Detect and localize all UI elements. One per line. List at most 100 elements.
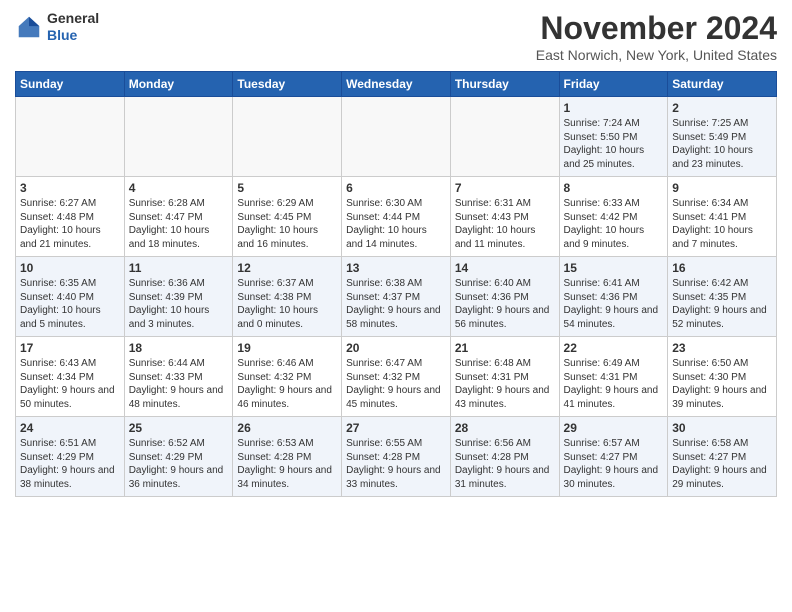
- weekday-header-cell: Wednesday: [342, 72, 451, 97]
- day-info: Sunrise: 6:56 AM Sunset: 4:28 PM Dayligh…: [455, 437, 555, 491]
- calendar-cell: 5 Sunrise: 6:29 AM Sunset: 4:45 PM Daylig…: [233, 177, 342, 257]
- day-info: Sunrise: 6:46 AM Sunset: 4:32 PM Dayligh…: [237, 357, 337, 411]
- day-info: Sunrise: 6:42 AM Sunset: 4:35 PM Dayligh…: [672, 277, 772, 331]
- calendar-cell: [342, 97, 451, 177]
- day-info: Sunrise: 6:55 AM Sunset: 4:28 PM Dayligh…: [346, 437, 446, 491]
- day-info: Sunrise: 6:31 AM Sunset: 4:43 PM Dayligh…: [455, 197, 555, 251]
- calendar-cell: 18 Sunrise: 6:44 AM Sunset: 4:33 PM Dayli…: [124, 337, 233, 417]
- day-number: 23: [672, 341, 772, 355]
- day-number: 24: [20, 421, 120, 435]
- calendar-cell: 19Sunrise: 6:46 AM Sunset: 4:32 PM Dayli…: [233, 337, 342, 417]
- day-info: Sunrise: 6:57 AM Sunset: 4:27 PM Dayligh…: [564, 437, 664, 491]
- calendar-cell: [233, 97, 342, 177]
- calendar-cell: 13 Sunrise: 6:38 AM Sunset: 4:37 PM Dayli…: [342, 257, 451, 337]
- day-info: Sunrise: 6:35 AM Sunset: 4:40 PM Dayligh…: [20, 277, 120, 331]
- calendar-cell: 25 Sunrise: 6:52 AM Sunset: 4:29 PM Dayli…: [124, 417, 233, 497]
- page-header: General Blue November 2024 East Norwich,…: [15, 10, 777, 63]
- day-info: Sunrise: 6:47 AM Sunset: 4:32 PM Dayligh…: [346, 357, 446, 411]
- day-info: Sunrise: 6:41 AM Sunset: 4:36 PM Dayligh…: [564, 277, 664, 331]
- calendar-cell: 10 Sunrise: 6:35 AM Sunset: 4:40 PM Dayli…: [16, 257, 125, 337]
- day-number: 27: [346, 421, 446, 435]
- day-info: Sunrise: 6:37 AM Sunset: 4:38 PM Dayligh…: [237, 277, 337, 331]
- day-info: Sunrise: 6:49 AM Sunset: 4:31 PM Dayligh…: [564, 357, 664, 411]
- calendar-cell: 11 Sunrise: 6:36 AM Sunset: 4:39 PM Dayli…: [124, 257, 233, 337]
- day-info: Sunrise: 6:27 AM Sunset: 4:48 PM Dayligh…: [20, 197, 120, 251]
- calendar-table: SundayMondayTuesdayWednesdayThursdayFrid…: [15, 71, 777, 497]
- day-info: Sunrise: 6:48 AM Sunset: 4:31 PM Dayligh…: [455, 357, 555, 411]
- day-info: Sunrise: 6:33 AM Sunset: 4:42 PM Dayligh…: [564, 197, 664, 251]
- calendar-week-row: 10 Sunrise: 6:35 AM Sunset: 4:40 PM Dayli…: [16, 257, 777, 337]
- day-number: 16: [672, 261, 772, 275]
- calendar-cell: 22 Sunrise: 6:49 AM Sunset: 4:31 PM Dayli…: [559, 337, 668, 417]
- day-number: 15: [564, 261, 664, 275]
- logo-blue: Blue: [47, 27, 99, 44]
- day-number: 28: [455, 421, 555, 435]
- day-number: 3: [20, 181, 120, 195]
- day-number: 1: [564, 101, 664, 115]
- day-number: 30: [672, 421, 772, 435]
- calendar-week-row: 1Sunrise: 7:24 AM Sunset: 5:50 PM Daylig…: [16, 97, 777, 177]
- day-info: Sunrise: 6:40 AM Sunset: 4:36 PM Dayligh…: [455, 277, 555, 331]
- day-number: 5: [237, 181, 337, 195]
- calendar-cell: 15 Sunrise: 6:41 AM Sunset: 4:36 PM Dayli…: [559, 257, 668, 337]
- calendar-cell: 7 Sunrise: 6:31 AM Sunset: 4:43 PM Daylig…: [450, 177, 559, 257]
- calendar-week-row: 24 Sunrise: 6:51 AM Sunset: 4:29 PM Dayli…: [16, 417, 777, 497]
- day-info: Sunrise: 6:44 AM Sunset: 4:33 PM Dayligh…: [129, 357, 229, 411]
- calendar-cell: 30 Sunrise: 6:58 AM Sunset: 4:27 PM Dayli…: [668, 417, 777, 497]
- day-number: 22: [564, 341, 664, 355]
- day-number: 29: [564, 421, 664, 435]
- day-number: 25: [129, 421, 229, 435]
- location-text: East Norwich, New York, United States: [536, 47, 777, 63]
- day-info: Sunrise: 6:53 AM Sunset: 4:28 PM Dayligh…: [237, 437, 337, 491]
- calendar-cell: 3 Sunrise: 6:27 AM Sunset: 4:48 PM Daylig…: [16, 177, 125, 257]
- logo-text: General Blue: [47, 10, 99, 44]
- day-info: Sunrise: 6:51 AM Sunset: 4:29 PM Dayligh…: [20, 437, 120, 491]
- day-number: 11: [129, 261, 229, 275]
- day-info: Sunrise: 6:36 AM Sunset: 4:39 PM Dayligh…: [129, 277, 229, 331]
- weekday-header-cell: Monday: [124, 72, 233, 97]
- calendar-cell: [450, 97, 559, 177]
- day-number: 7: [455, 181, 555, 195]
- day-number: 4: [129, 181, 229, 195]
- day-info: Sunrise: 6:38 AM Sunset: 4:37 PM Dayligh…: [346, 277, 446, 331]
- day-info: Sunrise: 6:50 AM Sunset: 4:30 PM Dayligh…: [672, 357, 772, 411]
- calendar-cell: 28 Sunrise: 6:56 AM Sunset: 4:28 PM Dayli…: [450, 417, 559, 497]
- day-number: 13: [346, 261, 446, 275]
- calendar-cell: 1Sunrise: 7:24 AM Sunset: 5:50 PM Daylig…: [559, 97, 668, 177]
- calendar-cell: 2 Sunrise: 7:25 AM Sunset: 5:49 PM Daylig…: [668, 97, 777, 177]
- weekday-header-cell: Saturday: [668, 72, 777, 97]
- day-info: Sunrise: 6:52 AM Sunset: 4:29 PM Dayligh…: [129, 437, 229, 491]
- day-info: Sunrise: 7:25 AM Sunset: 5:49 PM Dayligh…: [672, 117, 772, 171]
- calendar-cell: 9Sunrise: 6:34 AM Sunset: 4:41 PM Daylig…: [668, 177, 777, 257]
- calendar-cell: 17 Sunrise: 6:43 AM Sunset: 4:34 PM Dayli…: [16, 337, 125, 417]
- logo-general: General: [47, 10, 99, 27]
- calendar-cell: 27 Sunrise: 6:55 AM Sunset: 4:28 PM Dayli…: [342, 417, 451, 497]
- weekday-header-cell: Sunday: [16, 72, 125, 97]
- calendar-cell: 12Sunrise: 6:37 AM Sunset: 4:38 PM Dayli…: [233, 257, 342, 337]
- calendar-cell: 21Sunrise: 6:48 AM Sunset: 4:31 PM Dayli…: [450, 337, 559, 417]
- weekday-header-cell: Thursday: [450, 72, 559, 97]
- logo: General Blue: [15, 10, 99, 44]
- weekday-header-cell: Friday: [559, 72, 668, 97]
- calendar-cell: 4 Sunrise: 6:28 AM Sunset: 4:47 PM Daylig…: [124, 177, 233, 257]
- title-block: November 2024 East Norwich, New York, Un…: [536, 10, 777, 63]
- calendar-cell: 6Sunrise: 6:30 AM Sunset: 4:44 PM Daylig…: [342, 177, 451, 257]
- calendar-cell: 29 Sunrise: 6:57 AM Sunset: 4:27 PM Dayli…: [559, 417, 668, 497]
- calendar-cell: [124, 97, 233, 177]
- day-number: 2: [672, 101, 772, 115]
- day-info: Sunrise: 6:29 AM Sunset: 4:45 PM Dayligh…: [237, 197, 337, 251]
- calendar-cell: 23 Sunrise: 6:50 AM Sunset: 4:30 PM Dayli…: [668, 337, 777, 417]
- day-info: Sunrise: 6:43 AM Sunset: 4:34 PM Dayligh…: [20, 357, 120, 411]
- day-number: 18: [129, 341, 229, 355]
- day-info: Sunrise: 6:28 AM Sunset: 4:47 PM Dayligh…: [129, 197, 229, 251]
- logo-icon: [15, 13, 43, 41]
- day-number: 26: [237, 421, 337, 435]
- calendar-cell: 8Sunrise: 6:33 AM Sunset: 4:42 PM Daylig…: [559, 177, 668, 257]
- day-number: 10: [20, 261, 120, 275]
- calendar-week-row: 17 Sunrise: 6:43 AM Sunset: 4:34 PM Dayli…: [16, 337, 777, 417]
- weekday-header-cell: Tuesday: [233, 72, 342, 97]
- calendar-cell: 14Sunrise: 6:40 AM Sunset: 4:36 PM Dayli…: [450, 257, 559, 337]
- calendar-cell: 20Sunrise: 6:47 AM Sunset: 4:32 PM Dayli…: [342, 337, 451, 417]
- day-info: Sunrise: 6:58 AM Sunset: 4:27 PM Dayligh…: [672, 437, 772, 491]
- day-number: 17: [20, 341, 120, 355]
